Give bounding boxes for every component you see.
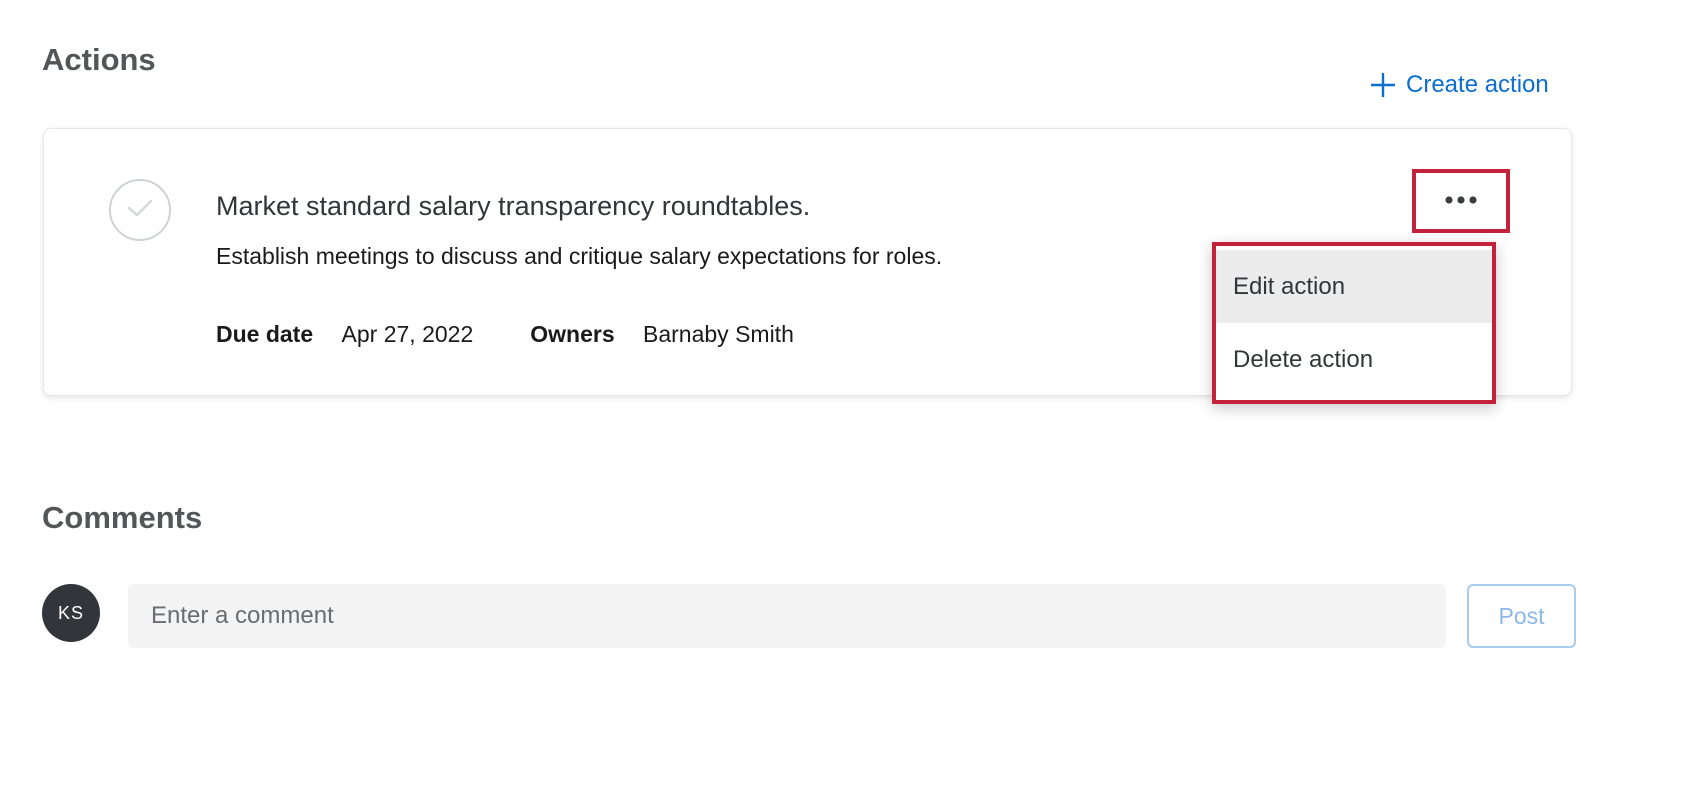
avatar: KS <box>42 584 100 642</box>
plus-icon <box>1370 72 1396 98</box>
action-options-menu: Edit action Delete action <box>1212 242 1496 404</box>
owners-value: Barnaby Smith <box>643 321 794 347</box>
owners-label: Owners <box>530 321 615 347</box>
action-title: Market standard salary transparency roun… <box>216 191 811 221</box>
complete-action-toggle[interactable] <box>109 179 171 241</box>
action-meta: Due date Apr 27, 2022 Owners Barnaby Smi… <box>216 321 794 348</box>
more-options-button[interactable] <box>1412 169 1510 233</box>
due-date-value: Apr 27, 2022 <box>341 321 474 347</box>
action-description: Establish meetings to discuss and critiq… <box>216 243 943 269</box>
menu-item-delete-action[interactable]: Delete action <box>1216 323 1492 396</box>
create-action-button[interactable]: Create action <box>1370 68 1549 102</box>
ellipsis-icon <box>1444 192 1478 210</box>
create-action-label: Create action <box>1406 71 1549 98</box>
due-date-label: Due date <box>216 321 314 347</box>
post-button[interactable]: Post <box>1467 584 1576 648</box>
comment-input[interactable] <box>128 584 1446 648</box>
owners-group: Owners Barnaby Smith <box>530 321 794 348</box>
actions-section-title: Actions <box>42 42 156 77</box>
checkmark-icon <box>127 198 153 223</box>
comments-section-title: Comments <box>42 500 203 535</box>
due-date-group: Due date Apr 27, 2022 <box>216 321 473 348</box>
menu-item-edit-action[interactable]: Edit action <box>1216 250 1492 323</box>
